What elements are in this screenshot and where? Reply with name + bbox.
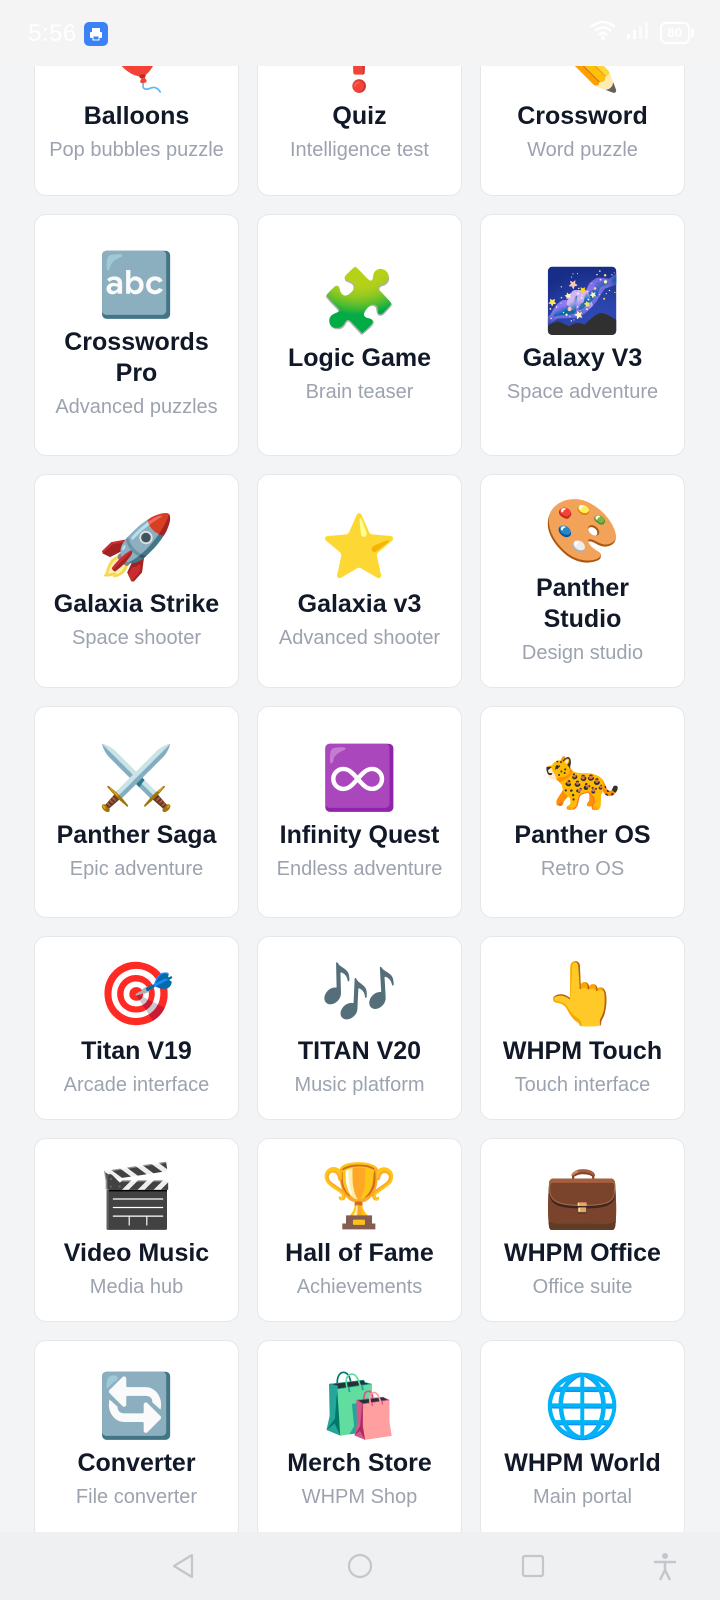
app-grid-scroll-area[interactable]: 🎈 Balloons Pop bubbles puzzle ❗ Quiz Intellig… [0,66,720,1532]
navigation-bar [0,1532,720,1600]
app-subtitle: Retro OS [540,857,625,880]
app-title: TITAN V20 [297,1036,422,1065]
app-card[interactable]: 🎨 Panther Studio Design studio [480,474,685,688]
app-title: Infinity Quest [279,820,440,849]
app-card[interactable]: ⭐ Galaxia v3 Advanced shooter [257,474,462,688]
app-subtitle: Main portal [533,1485,632,1508]
app-subtitle: Media hub [89,1275,184,1298]
app-title: Panther OS [514,820,651,849]
app-subtitle: Advanced shooter [278,626,441,649]
app-card[interactable]: ⚔️ Panther Saga Epic adventure [34,706,239,918]
app-title: WHPM Office [504,1238,661,1267]
app-title: Panther Saga [56,820,217,849]
status-bar: 5:56 80 [0,0,720,66]
app-card[interactable]: 🎬 Video Music Media hub [34,1138,239,1322]
battery-indicator: 80 [659,21,695,44]
home-icon[interactable] [346,1552,374,1585]
app-subtitle: Space adventure [506,380,659,403]
app-subtitle: Office suite [532,1275,633,1298]
app-subtitle: WHPM Shop [301,1485,418,1508]
app-title: Balloons [83,101,190,130]
app-title: Galaxia v3 [297,589,422,618]
app-subtitle: Epic adventure [69,857,204,880]
app-subtitle: Endless adventure [276,857,443,880]
app-grid: 🎈 Balloons Pop bubbles puzzle ❗ Quiz Intellig… [34,66,685,1532]
app-icon: 🛍️ [320,1371,399,1441]
app-title: Galaxy V3 [522,343,643,372]
app-icon: ✏️ [544,66,621,97]
app-card[interactable]: ✏️ Crossword Word puzzle [480,66,685,196]
app-icon: 🐆 [543,743,622,813]
app-subtitle: Brain teaser [305,380,414,403]
app-card[interactable]: 🛍️ Merch Store WHPM Shop [257,1340,462,1532]
app-subtitle: Word puzzle [527,138,638,161]
app-card[interactable]: 🎯 Titan V19 Arcade interface [34,936,239,1120]
app-title: Merch Store [287,1448,432,1477]
wifi-icon [589,20,616,45]
app-icon: 🔤 [97,251,176,320]
app-card[interactable]: 🌌 Galaxy V3 Space adventure [480,214,685,456]
app-card[interactable]: 👆 WHPM Touch Touch interface [480,936,685,1120]
app-icon: 🎬 [97,1161,176,1231]
app-icon: 🎨 [543,497,622,566]
app-icon: 🏆 [320,1161,399,1231]
app-subtitle: Design studio [521,642,644,664]
back-icon[interactable] [170,1552,196,1585]
app-title: Panther Studio [535,574,630,633]
app-card[interactable]: 🧩 Logic Game Brain teaser [257,214,462,456]
app-subtitle: Advanced puzzles [55,396,218,418]
app-subtitle: Space shooter [72,626,201,649]
app-icon: ❗ [321,66,398,97]
accessibility-icon[interactable] [652,1552,678,1587]
app-card[interactable]: 🔤 Crosswords Pro Advanced puzzles [34,214,239,456]
app-subtitle: Arcade interface [63,1073,210,1096]
app-card[interactable]: 🎈 Balloons Pop bubbles puzzle [34,66,239,196]
app-title: WHPM World [504,1448,661,1477]
app-card[interactable]: ❗ Quiz Intelligence test [257,66,462,196]
app-card[interactable]: ♾️ Infinity Quest Endless adventure [257,706,462,918]
app-icon: ♾️ [320,743,399,813]
app-card[interactable]: 🚀 Galaxia Strike Space shooter [34,474,239,688]
app-card[interactable]: 🔄 Converter File converter [34,1340,239,1532]
app-icon: 🚀 [97,512,176,582]
app-icon: 🌌 [543,266,622,336]
app-title: Logic Game [287,343,432,372]
app-icon: 🎈 [98,66,175,97]
app-icon: 👆 [543,959,622,1029]
app-card[interactable]: 🐆 Panther OS Retro OS [480,706,685,918]
app-title: Hall of Fame [285,1238,434,1267]
app-subtitle: File converter [75,1485,198,1508]
cellular-signal-icon [626,20,650,45]
app-card[interactable]: 💼 WHPM Office Office suite [480,1138,685,1322]
app-card[interactable]: 🎶 TITAN V20 Music platform [257,936,462,1120]
app-subtitle: Intelligence test [290,138,429,161]
app-title: Titan V19 [81,1036,192,1065]
print-notification-icon [84,22,108,46]
app-icon: ⚔️ [97,743,176,813]
app-subtitle: Music platform [294,1073,425,1096]
app-card[interactable]: 🌐 WHPM World Main portal [480,1340,685,1532]
app-title: Crosswords Pro [64,328,209,387]
app-title: Galaxia Strike [53,589,220,618]
app-title: Quiz [332,101,387,130]
app-icon: 🧩 [320,266,399,336]
app-subtitle: Touch interface [514,1073,651,1096]
app-icon: 🔄 [97,1371,176,1441]
app-icon: 🌐 [543,1371,622,1441]
app-subtitle: Achievements [296,1275,423,1298]
app-title: Video Music [63,1238,210,1267]
app-card[interactable]: 🏆 Hall of Fame Achievements [257,1138,462,1322]
app-icon: 🎶 [320,959,399,1029]
app-icon: ⭐ [320,512,399,582]
app-subtitle: Pop bubbles puzzle [49,138,224,161]
app-title: Crossword [517,101,648,130]
app-icon: 🎯 [97,959,176,1029]
recents-icon[interactable] [520,1552,546,1585]
app-icon: 💼 [543,1161,622,1231]
status-time: 5:56 [28,20,77,47]
app-title: WHPM Touch [502,1036,663,1065]
app-title: Converter [77,1448,196,1477]
